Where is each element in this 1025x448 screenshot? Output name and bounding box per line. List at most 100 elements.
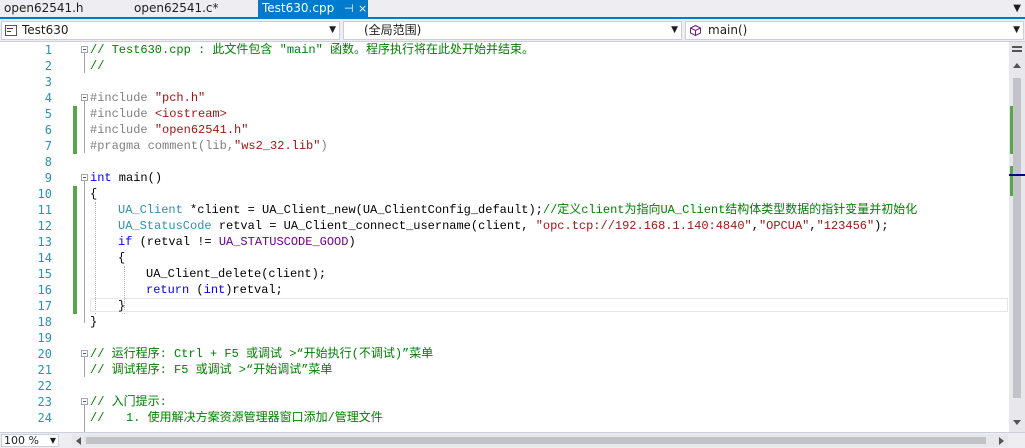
cpp-project-icon bbox=[5, 25, 17, 36]
code-line: #include <iostream> bbox=[90, 106, 227, 122]
code-line: } bbox=[118, 298, 125, 314]
string: "ws2_32.lib" bbox=[234, 139, 321, 153]
code-text: )retval; bbox=[225, 283, 283, 297]
member-name: main() bbox=[708, 23, 748, 37]
code-text: ); bbox=[874, 219, 889, 233]
code-text: { bbox=[90, 187, 98, 201]
scope-combo[interactable]: (全局范围) ▼ bbox=[343, 21, 682, 40]
line-number: 24 bbox=[37, 411, 52, 425]
code-line: { bbox=[118, 250, 125, 266]
code-text: main() bbox=[111, 171, 163, 185]
preprocessor: #include bbox=[90, 91, 155, 105]
code-line: // 入门提示: bbox=[90, 394, 167, 410]
line-number: 9 bbox=[44, 171, 52, 185]
string: <iostream> bbox=[154, 107, 227, 121]
caret-position-marker bbox=[1009, 174, 1025, 176]
zoom-level: 100 % bbox=[4, 434, 39, 447]
keyword: int bbox=[203, 283, 226, 297]
keyword: if bbox=[118, 235, 133, 249]
vertical-scrollbar[interactable] bbox=[1009, 42, 1025, 432]
current-line-highlight bbox=[90, 298, 1008, 312]
collapse-icon[interactable] bbox=[81, 174, 88, 181]
code-line: } bbox=[90, 314, 97, 330]
comment: // 1. 使用解决方案资源管理器窗口添加/管理文件 bbox=[90, 411, 383, 425]
line-number: 23 bbox=[37, 395, 52, 409]
line-number: 19 bbox=[37, 331, 52, 345]
scroll-up-icon[interactable] bbox=[1013, 62, 1021, 68]
code-line: // bbox=[90, 58, 104, 74]
preprocessor: #pragma comment(lib, bbox=[90, 139, 235, 153]
line-number: 22 bbox=[37, 379, 52, 393]
editor-bottom-bar: 100 % ▼ bbox=[0, 432, 1025, 448]
preprocessor: #include bbox=[90, 107, 155, 121]
line-number: 7 bbox=[44, 139, 52, 153]
type: UA_StatusCode bbox=[118, 219, 212, 233]
code-line: if (retval != UA_STATUSCODE_GOOD) bbox=[118, 234, 356, 250]
close-icon[interactable]: × bbox=[358, 0, 367, 17]
comment: // 调试程序: F5 或调试 >“开始调试”菜单 bbox=[90, 363, 333, 377]
code-text: retval = UA_Client_connect_username(clie… bbox=[211, 219, 536, 233]
macro: UA_STATUSCODE_GOOD bbox=[218, 235, 349, 249]
code-line: UA_Client *client = UA_Client_new(UA_Cli… bbox=[118, 202, 917, 218]
comment: // Test630.cpp : 此文件包含 "main" 函数。程序执行将在此… bbox=[90, 43, 535, 57]
scroll-down-icon[interactable] bbox=[1013, 420, 1021, 426]
code-line: { bbox=[90, 186, 97, 202]
change-marker bbox=[1010, 106, 1013, 154]
tab-label: Test630.cpp bbox=[262, 1, 335, 15]
code-line: UA_StatusCode retval = UA_Client_connect… bbox=[118, 218, 889, 234]
code-line: int main() bbox=[90, 170, 162, 186]
comment: // bbox=[90, 59, 105, 73]
zoom-combo[interactable]: 100 % ▼ bbox=[1, 434, 59, 447]
tab-test630-cpp[interactable]: Test630.cpp ⊣ × bbox=[258, 0, 368, 17]
tab-open62541-h[interactable]: open62541.h bbox=[0, 0, 130, 17]
line-number: 20 bbox=[37, 347, 52, 361]
line-number: 12 bbox=[37, 219, 52, 233]
collapse-icon[interactable] bbox=[81, 350, 88, 357]
line-number: 14 bbox=[37, 251, 52, 265]
chevron-down-icon: ▼ bbox=[671, 25, 678, 35]
vertical-scroll-thumb[interactable] bbox=[1013, 78, 1021, 398]
split-window-icon[interactable] bbox=[1012, 44, 1022, 54]
chevron-down-icon: ▼ bbox=[49, 436, 56, 445]
line-number: 5 bbox=[44, 107, 52, 121]
code-text: { bbox=[118, 251, 126, 265]
line-number: 4 bbox=[44, 91, 52, 105]
string: "OPCUA" bbox=[758, 219, 810, 233]
scroll-left-icon[interactable] bbox=[75, 437, 81, 445]
line-number: 8 bbox=[44, 155, 52, 169]
collapse-icon[interactable] bbox=[81, 46, 88, 53]
string: "pch.h" bbox=[154, 91, 206, 105]
horizontal-scroll-thumb[interactable] bbox=[86, 437, 986, 444]
tab-open62541-c[interactable]: open62541.c* bbox=[130, 0, 258, 17]
navigation-bar: Test630 ▼ (全局范围) ▼ main() ▼ bbox=[0, 19, 1025, 42]
pin-icon[interactable]: ⊣ bbox=[344, 0, 354, 17]
code-text: , bbox=[809, 219, 817, 233]
member-combo[interactable]: main() ▼ bbox=[685, 21, 1024, 40]
tab-overflow-dropdown-icon[interactable]: ▼ bbox=[1013, 0, 1021, 18]
collapse-icon[interactable] bbox=[81, 398, 88, 405]
line-number: 3 bbox=[44, 75, 52, 89]
project-combo[interactable]: Test630 ▼ bbox=[1, 21, 340, 40]
change-marker bbox=[1010, 166, 1013, 196]
chevron-down-icon: ▼ bbox=[1013, 25, 1020, 35]
line-number-gutter: 1 2 3 4 5 6 7 8 9 10 11 12 13 14 15 16 1… bbox=[0, 42, 72, 432]
comment: // 入门提示: bbox=[90, 395, 167, 409]
collapse-icon[interactable] bbox=[81, 94, 88, 101]
code-line: // Test630.cpp : 此文件包含 "main" 函数。程序执行将在此… bbox=[90, 42, 534, 58]
line-number: 16 bbox=[37, 283, 52, 297]
code-text: } bbox=[90, 315, 98, 329]
code-line: #include "pch.h" bbox=[90, 90, 205, 106]
line-number: 13 bbox=[37, 235, 52, 249]
line-number: 1 bbox=[44, 43, 52, 57]
code-line: // 运行程序: Ctrl + F5 或调试 >“开始执行(不调试)”菜单 bbox=[90, 346, 433, 362]
code-editor[interactable]: 1 2 3 4 5 6 7 8 9 10 11 12 13 14 15 16 1… bbox=[0, 42, 1009, 432]
line-number: 2 bbox=[44, 59, 52, 73]
fold-line bbox=[84, 405, 85, 432]
document-tab-bar: open62541.h open62541.c* Test630.cpp ⊣ ×… bbox=[0, 0, 1025, 19]
scroll-right-icon[interactable] bbox=[999, 437, 1005, 445]
line-number: 21 bbox=[37, 363, 52, 377]
fold-line bbox=[84, 101, 85, 153]
horizontal-scrollbar[interactable] bbox=[72, 434, 1008, 447]
keyword: int bbox=[90, 171, 112, 185]
line-number: 15 bbox=[37, 267, 52, 281]
